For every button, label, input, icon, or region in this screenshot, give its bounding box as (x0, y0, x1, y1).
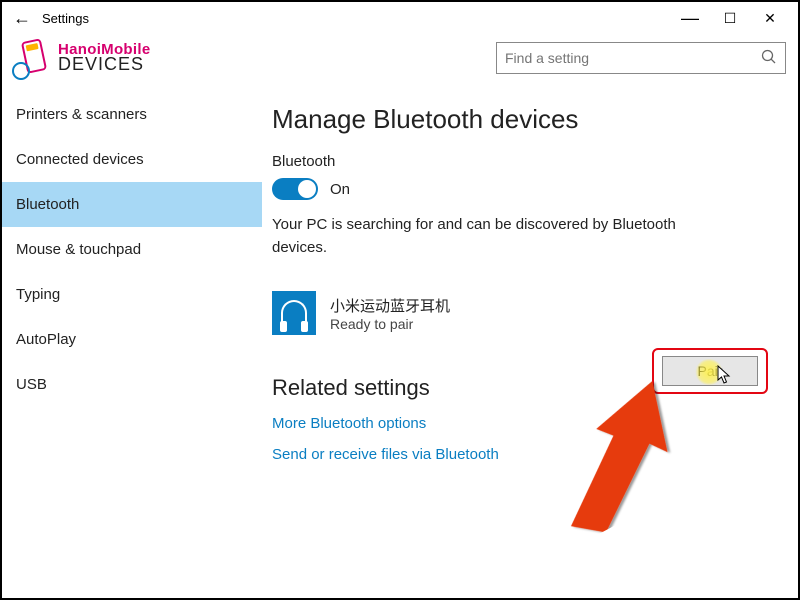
sidebar-item-usb[interactable]: USB (2, 362, 262, 407)
header-row: HanoiMobile DEVICES (2, 34, 798, 88)
sidebar-item-bluetooth[interactable]: Bluetooth (2, 182, 262, 227)
bluetooth-toggle[interactable] (272, 178, 318, 200)
minimize-button[interactable]: — (670, 4, 710, 32)
brand-logo-icon (14, 38, 54, 78)
page-title: Manage Bluetooth devices (272, 104, 770, 135)
search-icon (761, 49, 777, 68)
maximize-button[interactable]: ☐ (710, 4, 750, 32)
link-send-receive-files[interactable]: Send or receive files via Bluetooth (272, 446, 770, 463)
logo-block: HanoiMobile DEVICES (14, 38, 150, 78)
titlebar: ← Settings — ☐ ✕ (2, 2, 798, 34)
bluetooth-label: Bluetooth (272, 153, 770, 170)
back-button[interactable]: ← (10, 8, 34, 29)
headset-icon (272, 291, 316, 335)
page-heading: DEVICES (58, 54, 150, 75)
sidebar: Printers & scanners Connected devices Bl… (2, 88, 262, 598)
device-name: 小米运动蓝牙耳机 (330, 295, 450, 316)
annotation-highlight-box: Pair (652, 348, 768, 394)
device-row[interactable]: 小米运动蓝牙耳机 Ready to pair (272, 291, 770, 335)
bluetooth-status-text: Your PC is searching for and can be disc… (272, 214, 692, 259)
bluetooth-toggle-state: On (330, 181, 350, 198)
device-status: Ready to pair (330, 316, 450, 332)
sidebar-item-autoplay[interactable]: AutoPlay (2, 317, 262, 362)
pair-button[interactable]: Pair (662, 356, 758, 386)
search-box[interactable] (496, 42, 786, 74)
link-more-bluetooth-options[interactable]: More Bluetooth options (272, 415, 770, 432)
sidebar-item-printers-scanners[interactable]: Printers & scanners (2, 92, 262, 137)
sidebar-item-mouse-touchpad[interactable]: Mouse & touchpad (2, 227, 262, 272)
window-title: Settings (42, 11, 89, 26)
search-input[interactable] (505, 50, 761, 66)
pair-button-label: Pair (698, 363, 723, 379)
sidebar-item-connected-devices[interactable]: Connected devices (2, 137, 262, 182)
sidebar-item-typing[interactable]: Typing (2, 272, 262, 317)
main-panel: Manage Bluetooth devices Bluetooth On Yo… (262, 88, 798, 598)
close-button[interactable]: ✕ (750, 4, 790, 32)
